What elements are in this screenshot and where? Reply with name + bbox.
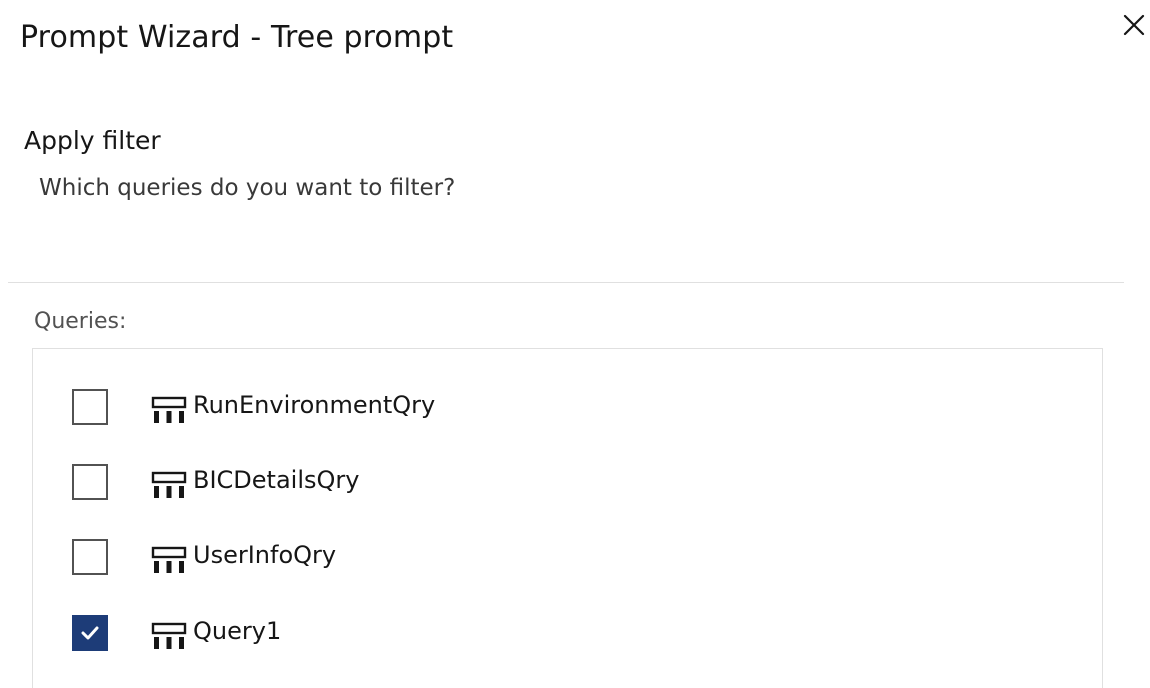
query-icon bbox=[151, 622, 187, 650]
query-row[interactable]: BICDetailsQry bbox=[33, 454, 1102, 510]
prompt-wizard-dialog: Prompt Wizard - Tree prompt Apply filter… bbox=[0, 0, 1150, 688]
query-icon bbox=[151, 546, 187, 574]
query-name: RunEnvironmentQry bbox=[193, 391, 436, 419]
query-icon bbox=[151, 396, 187, 424]
query-row[interactable]: UserInfoQry bbox=[33, 529, 1102, 585]
query-name: BICDetailsQry bbox=[193, 466, 360, 494]
query-row[interactable]: Query1 bbox=[33, 605, 1102, 661]
query-checkbox[interactable] bbox=[72, 464, 108, 500]
close-icon bbox=[1123, 14, 1145, 36]
query-icon bbox=[151, 471, 187, 499]
query-checkbox[interactable] bbox=[72, 615, 108, 651]
query-name: UserInfoQry bbox=[193, 541, 337, 569]
query-name: Query1 bbox=[193, 617, 282, 645]
queries-label: Queries: bbox=[34, 309, 127, 334]
query-list: RunEnvironmentQry BICDetailsQry UserInfo… bbox=[32, 348, 1103, 688]
close-button[interactable] bbox=[1117, 8, 1150, 42]
query-checkbox[interactable] bbox=[72, 539, 108, 575]
dialog-title: Prompt Wizard - Tree prompt bbox=[20, 20, 454, 55]
step-heading: Apply filter bbox=[24, 126, 161, 155]
query-checkbox[interactable] bbox=[72, 389, 108, 425]
checkmark-icon bbox=[81, 626, 99, 640]
divider bbox=[8, 282, 1124, 283]
step-description: Which queries do you want to filter? bbox=[39, 175, 456, 201]
query-row[interactable]: RunEnvironmentQry bbox=[33, 379, 1102, 435]
